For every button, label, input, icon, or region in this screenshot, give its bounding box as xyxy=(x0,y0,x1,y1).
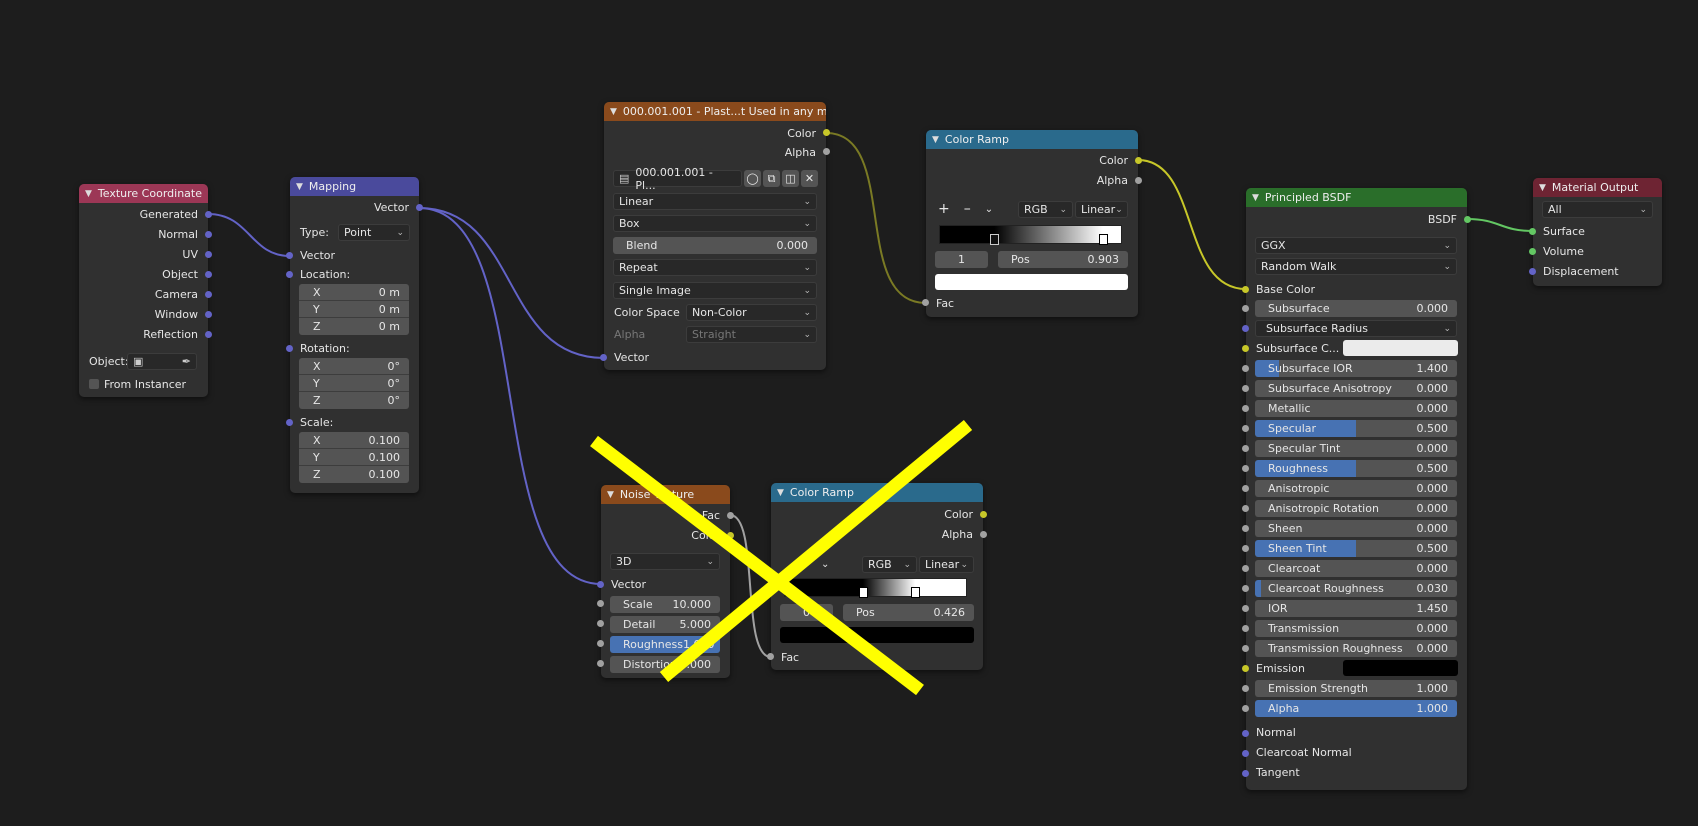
cross-line-1 xyxy=(590,435,924,696)
cross-mark-annotation xyxy=(590,419,973,696)
cross-line-2 xyxy=(659,419,973,683)
